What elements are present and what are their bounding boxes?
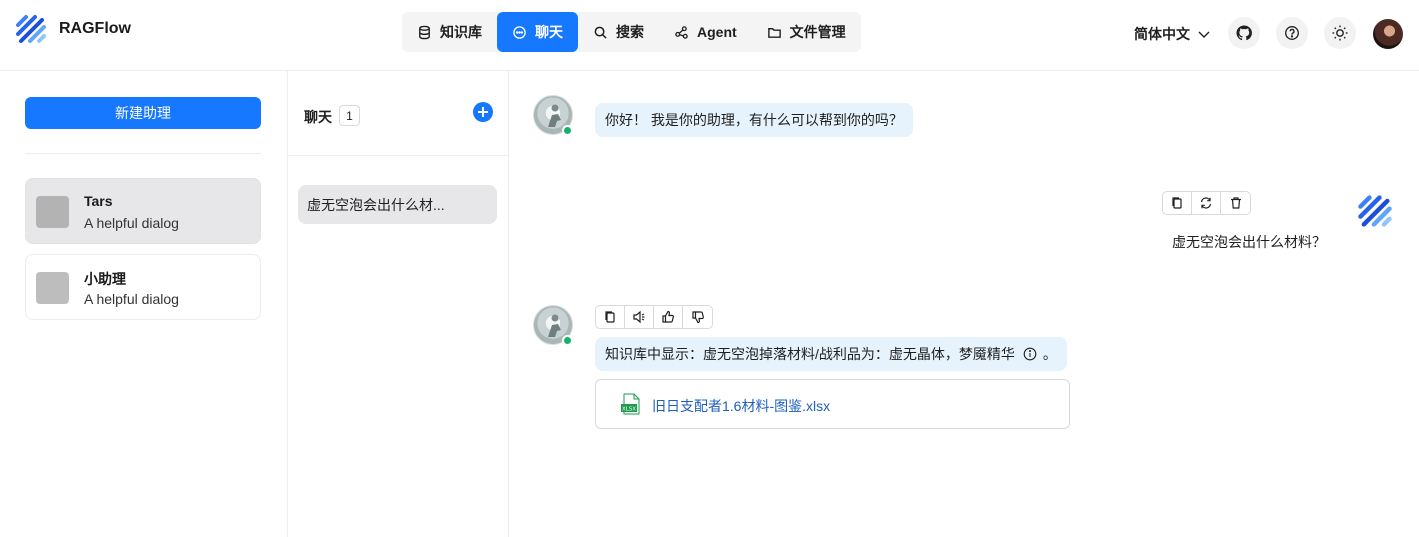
brand-name: RAGFlow bbox=[59, 20, 131, 37]
online-status-dot bbox=[562, 125, 573, 136]
help-icon bbox=[1285, 26, 1299, 40]
online-status-dot bbox=[562, 335, 573, 346]
nav-label: 聊天 bbox=[535, 24, 563, 40]
language-label: 简体中文 bbox=[1134, 26, 1190, 42]
add-conversation-button[interactable] bbox=[473, 102, 493, 122]
assistant-name: Tars bbox=[84, 193, 113, 209]
nav-chat[interactable]: 聊天 bbox=[497, 12, 578, 52]
user-ragflow-avatar-icon bbox=[1358, 195, 1392, 227]
divider bbox=[25, 153, 261, 154]
regenerate-icon bbox=[1200, 197, 1212, 209]
delete-button[interactable] bbox=[1221, 192, 1250, 214]
conversation-item[interactable]: 虚无空泡会出什么材... bbox=[298, 185, 497, 224]
conversation-panel-title: 聊天 bbox=[304, 109, 332, 125]
help-button[interactable] bbox=[1276, 17, 1308, 49]
assistant-name: 小助理 bbox=[84, 271, 126, 287]
nav-knowledge-base[interactable]: 知识库 bbox=[402, 12, 497, 52]
assistant-message-actions bbox=[595, 305, 713, 329]
nav-label: 知识库 bbox=[440, 24, 482, 40]
copy-button[interactable] bbox=[1163, 192, 1192, 214]
message-text: 你好！ 我是你的助理，有什么可以帮到你的吗？ bbox=[605, 112, 903, 128]
dislike-button[interactable] bbox=[683, 306, 712, 328]
assistant-description: A helpful dialog bbox=[84, 291, 179, 307]
message-suffix: 。 bbox=[1042, 346, 1057, 362]
copy-button[interactable] bbox=[596, 306, 625, 328]
agent-graph-icon bbox=[675, 25, 688, 39]
read-aloud-button[interactable] bbox=[625, 306, 654, 328]
theme-sun-icon bbox=[1332, 25, 1348, 41]
folder-icon bbox=[767, 27, 781, 38]
speaker-icon bbox=[633, 310, 645, 324]
copy-icon bbox=[605, 311, 615, 323]
nav-file-management[interactable]: 文件管理 bbox=[752, 12, 861, 52]
nav-label: Agent bbox=[697, 24, 737, 40]
plus-icon bbox=[478, 107, 488, 117]
assistant-description: A helpful dialog bbox=[84, 215, 179, 231]
person-figure-icon bbox=[548, 104, 561, 127]
thumbs-up-icon bbox=[662, 310, 674, 323]
user-message: 虚无空泡会出什么材料？ bbox=[1172, 234, 1326, 250]
excel-file-icon: XLSX bbox=[621, 393, 640, 415]
person-figure-icon bbox=[548, 314, 561, 337]
info-icon[interactable] bbox=[1023, 347, 1037, 361]
conversation-panel: 聊天 1 虚无空泡会出什么材... bbox=[288, 71, 509, 537]
chevron-down-icon bbox=[1198, 31, 1210, 38]
assistant-card-xiaozhuli[interactable]: 小助理 A helpful dialog bbox=[25, 254, 261, 320]
copy-icon bbox=[1172, 197, 1182, 209]
divider bbox=[288, 155, 508, 156]
reference-file-card[interactable]: XLSX 旧日支配者1.6材料-图鉴.xlsx bbox=[595, 379, 1070, 429]
search-icon bbox=[594, 26, 607, 39]
database-icon bbox=[419, 25, 430, 39]
conversation-count-badge: 1 bbox=[339, 105, 360, 126]
nav-label: 文件管理 bbox=[789, 24, 846, 40]
nav-search[interactable]: 搜索 bbox=[578, 12, 659, 52]
chat-icon bbox=[513, 25, 526, 39]
assistant-avatar bbox=[36, 196, 69, 228]
ragflow-logo-icon[interactable] bbox=[14, 12, 48, 46]
language-selector[interactable]: 简体中文 bbox=[1134, 24, 1210, 44]
assistant-message: 知识库中显示：虚无空泡掉落材料/战利品为：虚无晶体，梦魇精华 。 bbox=[595, 337, 1067, 371]
thumbs-down-icon bbox=[691, 311, 704, 324]
user-message-actions bbox=[1162, 191, 1251, 215]
new-assistant-button[interactable]: 新建助理 bbox=[25, 97, 261, 129]
top-header: RAGFlow 知识库 聊天 搜索 Agent 文件管理 简体中文 bbox=[0, 0, 1419, 71]
chat-area: 你好！ 我是你的助理，有什么可以帮到你的吗？ 虚无空泡会出什么材料？ 知识库中显… bbox=[509, 71, 1419, 537]
user-avatar[interactable] bbox=[1373, 19, 1403, 49]
delete-icon bbox=[1230, 197, 1241, 209]
github-icon bbox=[1236, 25, 1252, 41]
assistant-message: 你好！ 我是你的助理，有什么可以帮到你的吗？ bbox=[595, 103, 913, 137]
regenerate-button[interactable] bbox=[1192, 192, 1221, 214]
theme-toggle-button[interactable] bbox=[1324, 17, 1356, 49]
like-button[interactable] bbox=[654, 306, 683, 328]
assistant-card-tars[interactable]: Tars A helpful dialog bbox=[25, 178, 261, 244]
nav-label: 搜索 bbox=[616, 24, 644, 40]
reference-file-name[interactable]: 旧日支配者1.6材料-图鉴.xlsx bbox=[652, 396, 830, 416]
message-text: 知识库中显示：虚无空泡掉落材料/战利品为：虚无晶体，梦魇精华 bbox=[605, 346, 1015, 362]
nav-agent[interactable]: Agent bbox=[659, 12, 752, 52]
svg-text:XLSX: XLSX bbox=[622, 407, 636, 413]
main-nav: 知识库 聊天 搜索 Agent 文件管理 bbox=[402, 12, 861, 52]
github-button[interactable] bbox=[1228, 17, 1260, 49]
assistant-panel: 新建助理 Tars A helpful dialog 小助理 A helpful… bbox=[0, 71, 288, 537]
assistant-avatar bbox=[36, 272, 69, 304]
